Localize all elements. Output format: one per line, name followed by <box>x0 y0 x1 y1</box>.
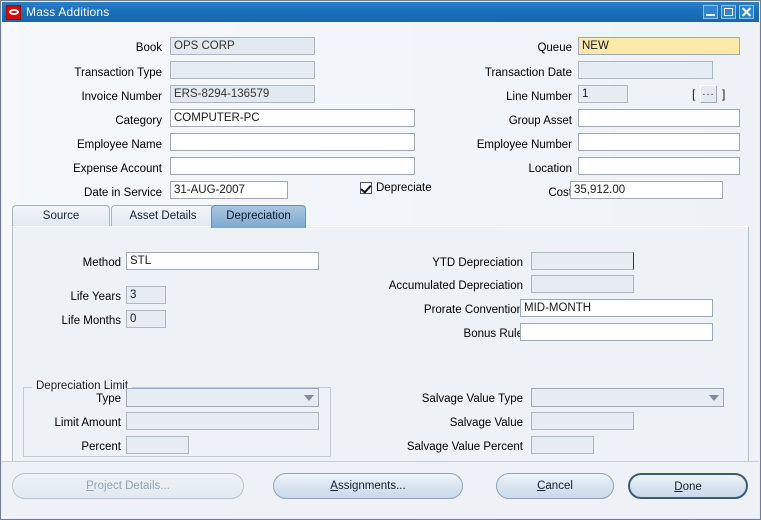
oracle-logo-icon <box>6 4 21 20</box>
cancel-button[interactable]: Cancel <box>496 473 614 499</box>
label-salvage-value: Salvage Value <box>449 417 523 429</box>
assignments-button[interactable]: Assignments... <box>273 473 463 499</box>
depreciation-limit-group-title: Depreciation Limit <box>32 380 133 392</box>
label-limit-amount: Limit Amount <box>54 417 121 429</box>
window-titlebar: Mass Additions <box>2 2 759 22</box>
label-book: Book <box>135 42 162 54</box>
line-number-field[interactable]: 1 <box>578 85 628 103</box>
label-expense-account: Expense Account <box>73 163 162 175</box>
category-field[interactable]: COMPUTER-PC <box>170 109 415 127</box>
label-bonus-rule: Bonus Rule <box>463 328 523 340</box>
label-prorate-convention: Prorate Convention <box>423 304 523 316</box>
window-controls <box>703 5 754 19</box>
label-accumulated-depreciation: Accumulated Depreciation <box>388 280 523 292</box>
transaction-type-field[interactable] <box>170 61 315 79</box>
invoice-number-field[interactable]: ERS-8294-136579 <box>170 85 315 103</box>
label-category: Category <box>115 115 162 127</box>
label-invoice-number: Invoice Number <box>81 91 162 103</box>
dialog-button-bar: Project Details... Assignments... Cancel… <box>2 461 759 517</box>
label-limit-type: Type <box>96 393 121 405</box>
lov-open-bracket: [ <box>692 87 696 101</box>
label-life-years: Life Years <box>70 291 121 303</box>
accumulated-depreciation-field[interactable] <box>531 275 634 293</box>
tab-depreciation[interactable]: Depreciation <box>211 205 306 228</box>
label-life-months: Life Months <box>61 315 121 327</box>
salvage-value-percent-field[interactable] <box>531 436 594 454</box>
label-limit-percent: Percent <box>81 441 121 453</box>
tab-asset-details[interactable]: Asset Details <box>111 205 215 227</box>
salvage-value-field[interactable] <box>531 412 634 430</box>
label-location: Location <box>528 163 572 175</box>
bonus-rule-field[interactable] <box>520 323 713 341</box>
label-method: Method <box>82 257 121 269</box>
label-employee-number: Employee Number <box>476 139 572 151</box>
life-years-field[interactable]: 3 <box>126 286 166 304</box>
label-salvage-value-type: Salvage Value Type <box>421 393 523 405</box>
close-icon[interactable] <box>739 5 754 19</box>
location-field[interactable] <box>578 157 740 175</box>
label-group-asset: Group Asset <box>508 115 572 127</box>
limit-percent-field[interactable] <box>126 436 189 454</box>
maximize-icon[interactable] <box>721 5 736 19</box>
employee-name-field[interactable] <box>170 133 415 151</box>
window-title: Mass Additions <box>26 5 110 19</box>
life-months-field[interactable]: 0 <box>126 310 166 328</box>
done-button[interactable]: Done <box>628 473 748 499</box>
book-field[interactable]: OPS CORP <box>170 37 315 55</box>
label-date-in-service: Date in Service <box>84 187 162 199</box>
label-employee-name: Employee Name <box>76 139 162 151</box>
tab-source[interactable]: Source <box>12 205 110 227</box>
label-salvage-value-percent: Salvage Value Percent <box>406 441 523 453</box>
label-cost: Cost <box>548 187 572 199</box>
label-transaction-type: Transaction Type <box>74 67 162 79</box>
lov-close-bracket: ] <box>722 87 726 101</box>
queue-field[interactable]: NEW <box>578 37 740 55</box>
depreciate-checkbox-box[interactable] <box>360 182 372 194</box>
date-in-service-field[interactable]: 31-AUG-2007 <box>170 181 288 199</box>
label-line-number: Line Number <box>506 91 572 103</box>
transaction-date-field[interactable] <box>578 61 713 79</box>
form-canvas: Book Transaction Type Invoice Number Cat… <box>2 22 759 518</box>
salvage-value-type-select[interactable] <box>531 388 724 407</box>
line-number-lov[interactable]: [ ... ] <box>692 85 740 103</box>
label-transaction-date: Transaction Date <box>484 67 572 79</box>
depreciation-tab-panel: Method Life Years Life Months STL 3 0 YT… <box>12 226 749 468</box>
employee-number-field[interactable] <box>578 133 740 151</box>
cost-field[interactable]: 35,912.00 <box>570 181 723 199</box>
chevron-down-icon <box>709 395 719 401</box>
project-details-button[interactable]: Project Details... <box>12 473 244 499</box>
label-ytd-depreciation: YTD Depreciation <box>432 257 523 269</box>
group-asset-field[interactable] <box>578 109 740 127</box>
expense-account-field[interactable] <box>170 157 415 175</box>
label-queue: Queue <box>537 42 572 54</box>
minimize-icon[interactable] <box>703 5 718 19</box>
ytd-depreciation-field[interactable] <box>531 252 634 270</box>
lov-button[interactable]: ... <box>700 85 717 103</box>
prorate-convention-field[interactable]: MID-MONTH <box>520 299 713 317</box>
mass-additions-window: Mass Additions Book Transaction Type Inv… <box>0 0 761 520</box>
